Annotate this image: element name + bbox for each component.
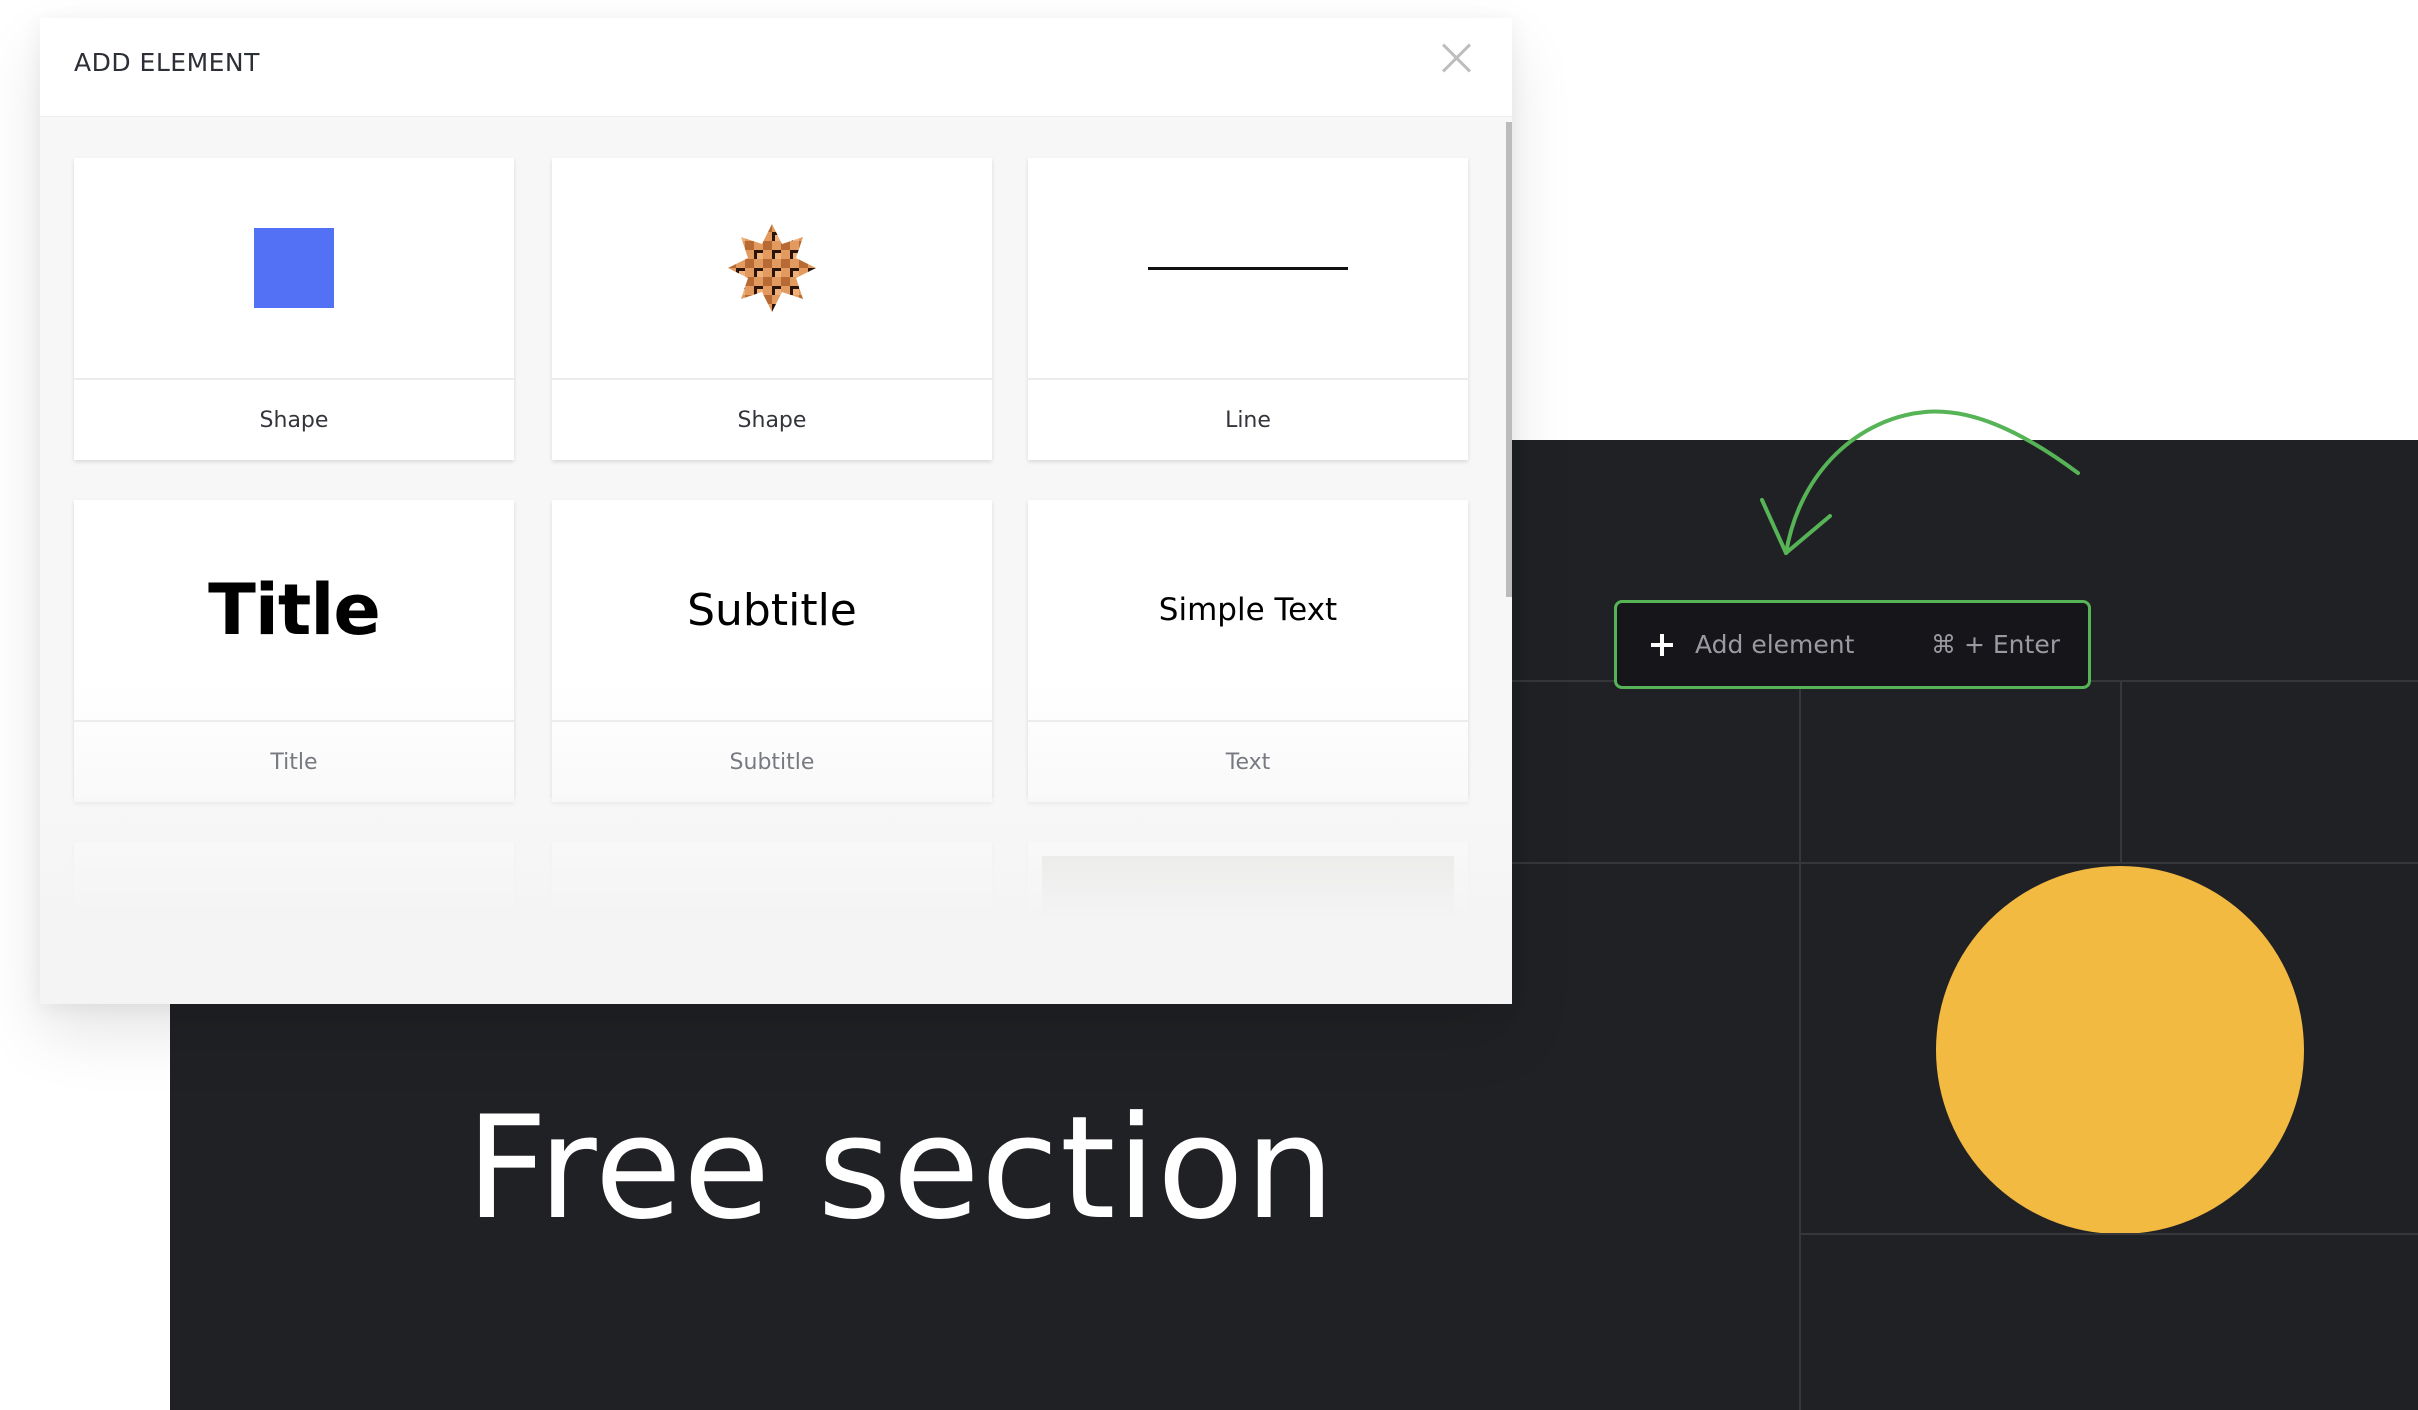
card-preview: Animation [552,842,992,1004]
hint-arrow-curve [1784,409,2080,555]
hint-arrow-icon [1760,409,2080,555]
modal-scrollbar[interactable] [1506,122,1512,597]
animation-preview-text: Animation [588,970,957,1004]
card-preview: Simple Text [1028,500,1468,720]
element-card-shape-star[interactable]: Shape [552,158,992,460]
element-card-shape-square[interactable]: Shape [74,158,514,460]
grid-line [2120,682,2122,862]
card-preview: Quote [74,842,514,1004]
subtitle-preview-text: Subtitle [687,584,857,636]
card-label: Text [1225,749,1271,775]
keyboard-shortcut-hint: ⌘ + Enter [1931,630,2060,659]
add-element-button[interactable]: Add element ⌘ + Enter [1614,600,2091,689]
element-card-text[interactable]: Simple Text Text [1028,500,1468,802]
element-card-line[interactable]: Line [1028,158,1468,460]
add-element-modal: ADD ELEMENT Shape Shape Line Title Title… [40,18,1512,1004]
element-card-title[interactable]: Title Title [74,500,514,802]
card-label: Shape [737,407,807,433]
grid-line [1800,1233,2418,1235]
add-element-label: Add element [1695,630,1855,659]
element-card-animation[interactable]: Animation [552,842,992,1004]
card-preview [74,158,514,378]
card-preview: Title [74,500,514,720]
close-icon[interactable] [1440,42,1472,74]
card-preview: Subtitle [552,500,992,720]
element-card-image[interactable] [1028,842,1468,1004]
hint-arrow-head [1760,498,1832,555]
square-shape-icon [254,228,334,308]
card-label: Line [1225,407,1271,433]
title-preview-text: Title [208,569,381,651]
text-preview-text: Simple Text [1158,592,1338,628]
yellow-circle-shape[interactable] [1936,866,2304,1233]
circle-clip [1800,862,2418,1233]
modal-header: ADD ELEMENT [40,18,1512,117]
card-label: Title [270,749,318,775]
element-card-subtitle[interactable]: Subtitle Subtitle [552,500,992,802]
element-card-quote[interactable]: Quote [74,842,514,1004]
plus-icon [1651,633,1673,656]
star-shape-icon [728,224,816,312]
card-label: Shape [259,407,329,433]
plate-apple-image [1042,856,1454,1004]
card-label: Subtitle [729,749,815,775]
section-title[interactable]: Free section [466,1098,1336,1240]
modal-title: ADD ELEMENT [74,48,260,77]
card-preview [552,158,992,378]
line-shape-icon [1148,266,1348,270]
card-preview [1028,158,1468,378]
